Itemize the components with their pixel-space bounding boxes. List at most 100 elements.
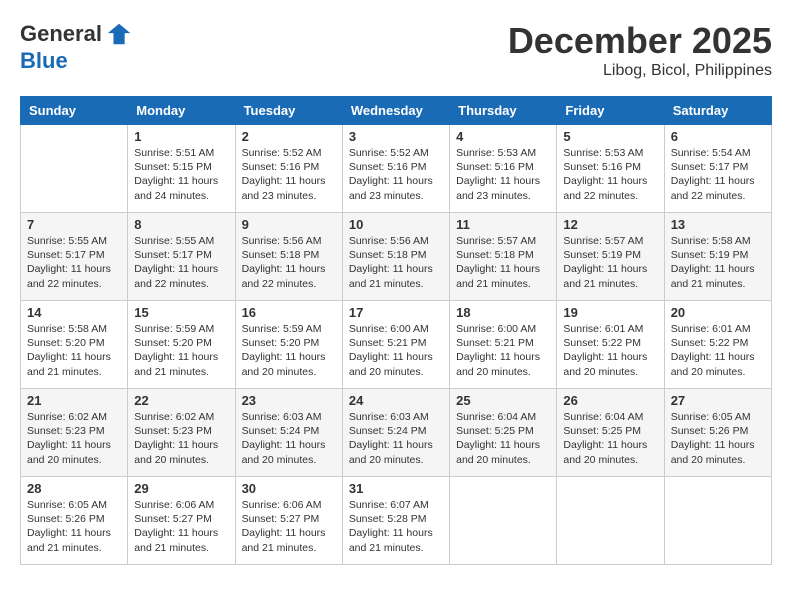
calendar-cell: 19Sunrise: 6:01 AMSunset: 5:22 PMDayligh…: [557, 301, 664, 389]
calendar-cell: 10Sunrise: 5:56 AMSunset: 5:18 PMDayligh…: [342, 213, 449, 301]
day-info: Sunrise: 5:55 AMSunset: 5:17 PMDaylight:…: [27, 234, 121, 291]
day-info: Sunrise: 6:00 AMSunset: 5:21 PMDaylight:…: [456, 322, 550, 379]
day-info: Sunrise: 6:05 AMSunset: 5:26 PMDaylight:…: [671, 410, 765, 467]
calendar-cell: 11 Sunrise: 5:57 AMSunset: 5:18 PMDayligh…: [450, 213, 557, 301]
day-number: 15: [134, 305, 228, 320]
day-number: 25: [456, 393, 550, 408]
day-number: 7: [27, 217, 121, 232]
location: Libog, Bicol, Philippines: [508, 62, 772, 80]
calendar-cell: [664, 477, 771, 565]
day-number: 23: [242, 393, 336, 408]
calendar-cell: 13 Sunrise: 5:58 AMSunset: 5:19 PMDayligh…: [664, 213, 771, 301]
day-number: 13: [671, 217, 765, 232]
calendar-table: SundayMondayTuesdayWednesdayThursdayFrid…: [20, 96, 772, 565]
day-info: Sunrise: 6:00 AMSunset: 5:21 PMDaylight:…: [349, 322, 443, 379]
calendar-header-row: SundayMondayTuesdayWednesdayThursdayFrid…: [21, 97, 772, 125]
day-info: Sunrise: 5:53 AMSunset: 5:16 PMDaylight:…: [456, 146, 550, 203]
day-info: Sunrise: 5:59 AMSunset: 5:20 PMDaylight:…: [242, 322, 336, 379]
weekday-header: Tuesday: [235, 97, 342, 125]
day-info: Sunrise: 6:03 AMSunset: 5:24 PMDaylight:…: [242, 410, 336, 467]
calendar-cell: 8 Sunrise: 5:55 AMSunset: 5:17 PMDaylight…: [128, 213, 235, 301]
logo-icon: [106, 20, 134, 48]
day-number: 18: [456, 305, 550, 320]
day-info: Sunrise: 5:58 AMSunset: 5:19 PMDaylight:…: [671, 234, 765, 291]
day-number: 22: [134, 393, 228, 408]
logo-blue-text: Blue: [20, 48, 68, 73]
calendar-cell: 31 Sunrise: 6:07 AMSunset: 5:28 PMDayligh…: [342, 477, 449, 565]
calendar-cell: 6Sunrise: 5:54 AMSunset: 5:17 PMDaylight…: [664, 125, 771, 213]
day-info: Sunrise: 5:52 AMSunset: 5:16 PMDaylight:…: [242, 146, 336, 203]
day-number: 4: [456, 129, 550, 144]
page-header: General Blue December 2025 Libog, Bicol,…: [20, 20, 772, 80]
calendar-cell: 30 Sunrise: 6:06 AMSunset: 5:27 PMDayligh…: [235, 477, 342, 565]
calendar-cell: [21, 125, 128, 213]
day-number: 6: [671, 129, 765, 144]
calendar-week-row: 7 Sunrise: 5:55 AMSunset: 5:17 PMDaylight…: [21, 213, 772, 301]
calendar-week-row: 14Sunrise: 5:58 AMSunset: 5:20 PMDayligh…: [21, 301, 772, 389]
day-info: Sunrise: 6:06 AMSunset: 5:27 PMDaylight:…: [134, 498, 228, 555]
day-info: Sunrise: 6:06 AMSunset: 5:27 PMDaylight:…: [242, 498, 336, 555]
weekday-header: Monday: [128, 97, 235, 125]
day-number: 11: [456, 217, 550, 232]
logo: General Blue: [20, 20, 134, 74]
day-number: 3: [349, 129, 443, 144]
day-number: 26: [563, 393, 657, 408]
day-number: 5: [563, 129, 657, 144]
calendar-cell: 12Sunrise: 5:57 AMSunset: 5:19 PMDayligh…: [557, 213, 664, 301]
calendar-cell: 21 Sunrise: 6:02 AMSunset: 5:23 PMDayligh…: [21, 389, 128, 477]
calendar-cell: 28Sunrise: 6:05 AMSunset: 5:26 PMDayligh…: [21, 477, 128, 565]
month-title: December 2025: [508, 20, 772, 62]
day-info: Sunrise: 6:04 AMSunset: 5:25 PMDaylight:…: [563, 410, 657, 467]
day-number: 1: [134, 129, 228, 144]
day-info: Sunrise: 6:07 AMSunset: 5:28 PMDaylight:…: [349, 498, 443, 555]
calendar-cell: 15 Sunrise: 5:59 AMSunset: 5:20 PMDayligh…: [128, 301, 235, 389]
day-info: Sunrise: 5:51 AMSunset: 5:15 PMDaylight:…: [134, 146, 228, 203]
calendar-cell: 16 Sunrise: 5:59 AMSunset: 5:20 PMDayligh…: [235, 301, 342, 389]
day-number: 24: [349, 393, 443, 408]
day-number: 10: [349, 217, 443, 232]
calendar-cell: 25 Sunrise: 6:04 AMSunset: 5:25 PMDayligh…: [450, 389, 557, 477]
weekday-header: Friday: [557, 97, 664, 125]
day-info: Sunrise: 5:57 AMSunset: 5:19 PMDaylight:…: [563, 234, 657, 291]
weekday-header: Thursday: [450, 97, 557, 125]
day-number: 8: [134, 217, 228, 232]
calendar-cell: 3 Sunrise: 5:52 AMSunset: 5:16 PMDaylight…: [342, 125, 449, 213]
calendar-week-row: 1 Sunrise: 5:51 AMSunset: 5:15 PMDaylight…: [21, 125, 772, 213]
calendar-cell: 14Sunrise: 5:58 AMSunset: 5:20 PMDayligh…: [21, 301, 128, 389]
logo-general-text: General: [20, 21, 102, 47]
calendar-cell: 17 Sunrise: 6:00 AMSunset: 5:21 PMDayligh…: [342, 301, 449, 389]
day-info: Sunrise: 5:55 AMSunset: 5:17 PMDaylight:…: [134, 234, 228, 291]
day-info: Sunrise: 6:02 AMSunset: 5:23 PMDaylight:…: [134, 410, 228, 467]
day-info: Sunrise: 6:01 AMSunset: 5:22 PMDaylight:…: [671, 322, 765, 379]
weekday-header: Saturday: [664, 97, 771, 125]
day-number: 2: [242, 129, 336, 144]
day-info: Sunrise: 5:52 AMSunset: 5:16 PMDaylight:…: [349, 146, 443, 203]
day-info: Sunrise: 6:05 AMSunset: 5:26 PMDaylight:…: [27, 498, 121, 555]
day-number: 30: [242, 481, 336, 496]
day-number: 31: [349, 481, 443, 496]
day-info: Sunrise: 6:02 AMSunset: 5:23 PMDaylight:…: [27, 410, 121, 467]
day-number: 9: [242, 217, 336, 232]
day-number: 16: [242, 305, 336, 320]
day-number: 21: [27, 393, 121, 408]
day-number: 27: [671, 393, 765, 408]
day-number: 17: [349, 305, 443, 320]
day-number: 29: [134, 481, 228, 496]
day-info: Sunrise: 5:59 AMSunset: 5:20 PMDaylight:…: [134, 322, 228, 379]
calendar-cell: 2 Sunrise: 5:52 AMSunset: 5:16 PMDaylight…: [235, 125, 342, 213]
calendar-cell: 1 Sunrise: 5:51 AMSunset: 5:15 PMDaylight…: [128, 125, 235, 213]
calendar-cell: 9 Sunrise: 5:56 AMSunset: 5:18 PMDaylight…: [235, 213, 342, 301]
calendar-cell: 5 Sunrise: 5:53 AMSunset: 5:16 PMDaylight…: [557, 125, 664, 213]
day-info: Sunrise: 5:58 AMSunset: 5:20 PMDaylight:…: [27, 322, 121, 379]
calendar-cell: [450, 477, 557, 565]
calendar-cell: 26 Sunrise: 6:04 AMSunset: 5:25 PMDayligh…: [557, 389, 664, 477]
day-info: Sunrise: 6:04 AMSunset: 5:25 PMDaylight:…: [456, 410, 550, 467]
day-info: Sunrise: 5:57 AMSunset: 5:18 PMDaylight:…: [456, 234, 550, 291]
calendar-cell: [557, 477, 664, 565]
day-info: Sunrise: 5:53 AMSunset: 5:16 PMDaylight:…: [563, 146, 657, 203]
day-number: 20: [671, 305, 765, 320]
day-info: Sunrise: 5:56 AMSunset: 5:18 PMDaylight:…: [242, 234, 336, 291]
day-info: Sunrise: 6:03 AMSunset: 5:24 PMDaylight:…: [349, 410, 443, 467]
calendar-cell: 20 Sunrise: 6:01 AMSunset: 5:22 PMDayligh…: [664, 301, 771, 389]
calendar-cell: 24 Sunrise: 6:03 AMSunset: 5:24 PMDayligh…: [342, 389, 449, 477]
